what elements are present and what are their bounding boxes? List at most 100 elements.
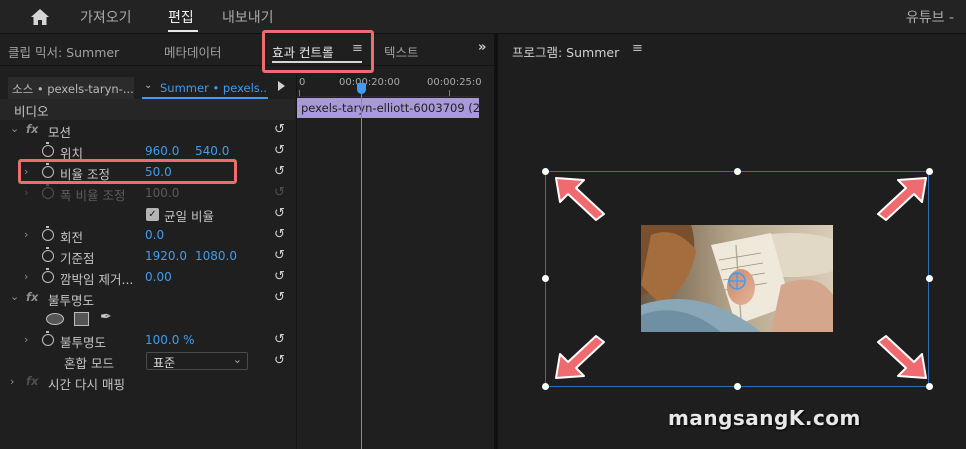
effects-list: 비디오 ⌄ fx 모션 ↺ 위치 960.0 540.0 ↺ › 비율 조정 5… [0,99,295,449]
scale-width-label: 폭 비율 조정 [60,188,126,203]
tab-clip-mixer[interactable]: 클립 믹서: Summer [8,42,119,61]
resize-handle[interactable] [734,168,741,175]
tab-text[interactable]: 텍스트 [384,42,419,61]
playhead-line [361,87,362,449]
reset-icon: ↺ [274,185,285,200]
reset-icon[interactable]: ↺ [274,353,285,368]
pen-mask-icon[interactable]: ✒ [100,309,112,325]
stopwatch-icon[interactable] [42,247,54,262]
chevron-down-icon[interactable]: ⌄ [10,122,19,135]
timeline-clip[interactable]: pexels-taryn-elliott-6003709 (21 [297,98,479,118]
time-ruler[interactable]: 0 00:00:20:00 00:00:25:0 [297,75,482,97]
playhead-handle[interactable] [357,83,366,94]
nav-edit[interactable]: 편집 [168,7,194,27]
ellipse-mask-icon[interactable] [46,313,64,325]
nav-import[interactable]: 가져오기 [80,7,132,27]
flicker-value[interactable]: 0.00 [145,270,172,284]
fx-icon[interactable]: fx [26,290,38,304]
resize-handle[interactable] [542,275,549,282]
scale-width-row: › 폭 비율 조정 100.0 ↺ [8,183,295,204]
chevron-right-icon[interactable]: › [24,270,28,283]
mini-timeline: 0 00:00:20:00 00:00:25:0 pexels-taryn-el… [296,75,482,449]
nav-active-indicator [168,30,198,32]
uniform-scale-checkbox[interactable]: ✓ [146,208,159,221]
chevron-down-icon[interactable]: ⌄ [10,290,19,303]
anchor-label: 기준점 [60,251,95,266]
fx-icon[interactable]: fx [26,122,38,136]
position-y-value[interactable]: 540.0 [195,144,229,158]
program-monitor: 프로그램: Summer ≡ mangsangK.com [498,34,966,449]
stopwatch-icon[interactable] [42,142,54,157]
anchor-x-value[interactable]: 1920.0 [145,249,187,263]
chevron-down-icon: ⌄ [232,353,242,366]
arrow-in-top-left-icon [555,177,605,221]
source-row: 소스 • pexels-taryn-... ⌄ Summer • pexels.… [0,77,296,99]
reset-icon[interactable]: ↺ [274,143,285,158]
rectangle-mask-icon[interactable] [74,312,89,326]
position-x-value[interactable]: 960.0 [145,144,179,158]
panel-tab-bar: 클립 믹서: Summer 메타데이터 효과 컨트롤 ≡ 텍스트 [0,30,494,73]
blend-mode-select[interactable]: 표준 ⌄ [146,352,248,370]
opacity-label: 불투명도 [60,335,107,350]
blend-mode-value: 표준 [153,356,176,370]
sequence-clip-tab[interactable]: Summer • pexels... [142,77,268,99]
arrow-in-top-right-icon [877,177,927,221]
resize-handle[interactable] [542,168,549,175]
resize-handle[interactable] [926,383,933,390]
chevron-right-icon[interactable]: › [10,375,14,388]
reset-icon[interactable]: ↺ [274,206,285,221]
stopwatch-icon[interactable] [42,226,54,241]
reset-icon[interactable]: ↺ [274,332,285,347]
arrow-in-bottom-right-icon [877,335,927,379]
chevron-right-icon[interactable]: › [24,333,28,346]
reset-icon[interactable]: ↺ [274,248,285,263]
home-icon[interactable] [30,8,50,26]
nav-export[interactable]: 내보내기 [222,7,274,27]
chevron-right-icon[interactable]: › [24,228,28,241]
motion-row[interactable]: ⌄ fx 모션 ↺ [8,120,295,141]
opacity-section-row[interactable]: ⌄ fx 불투명도 ↺ [8,288,295,309]
resize-handle[interactable] [734,383,741,390]
rotation-row: › 회전 0.0 ↺ [8,225,295,246]
scale-width-value: 100.0 [145,186,180,200]
play-icon[interactable] [278,81,285,91]
blend-mode-row: 혼합 모드 표준 ⌄ ↺ [8,351,295,372]
flicker-row: › 깜박임 제거... 0.00 ↺ [8,267,295,288]
source-clip-tab[interactable]: 소스 • pexels-taryn-... [8,77,134,99]
expand-panels-icon[interactable]: » [478,40,486,55]
tick-mark [449,90,450,96]
time-remap-row[interactable]: › fx 시간 다시 매핑 [8,372,295,393]
workspace-menu[interactable]: 유튜브 - [906,7,954,27]
rotation-label: 회전 [60,230,84,245]
reset-icon[interactable]: ↺ [274,269,285,284]
anchor-y-value[interactable]: 1080.0 [195,249,237,263]
resize-handle[interactable] [926,168,933,175]
video-header-label: 비디오 [14,104,49,119]
reset-icon[interactable]: ↺ [274,122,285,137]
uniform-scale-label: 균일 비율 [164,209,214,224]
opacity-row: › 불투명도 100.0 % ↺ [8,330,295,351]
uniform-scale-row: ✓ 균일 비율 ↺ [8,204,295,225]
program-menu-icon[interactable]: ≡ [632,41,643,56]
video-thumbnail [641,225,833,332]
flicker-label: 깜박임 제거... [60,272,134,287]
stopwatch-icon[interactable] [42,331,54,346]
stopwatch-icon[interactable] [42,268,54,283]
highlight-box-tab [262,30,374,73]
resize-handle[interactable] [542,383,549,390]
opacity-section-label: 불투명도 [48,293,95,308]
arrow-in-bottom-left-icon [555,335,605,379]
reset-icon[interactable]: ↺ [274,290,285,305]
reset-icon[interactable]: ↺ [274,164,285,179]
fx-icon: fx [26,374,39,388]
stopwatch-icon [42,184,54,199]
opacity-value[interactable]: 100.0 % [145,333,195,347]
anchor-row: 기준점 1920.0 1080.0 ↺ [8,246,295,267]
tick-label: 00:00:25:0 [427,77,482,88]
watermark-text: mangsangK.com [668,406,861,430]
rotation-value[interactable]: 0.0 [145,228,164,242]
resize-handle[interactable] [926,275,933,282]
video-frame[interactable] [641,225,833,332]
reset-icon[interactable]: ↺ [274,227,285,242]
tab-metadata[interactable]: 메타데이터 [164,42,222,61]
